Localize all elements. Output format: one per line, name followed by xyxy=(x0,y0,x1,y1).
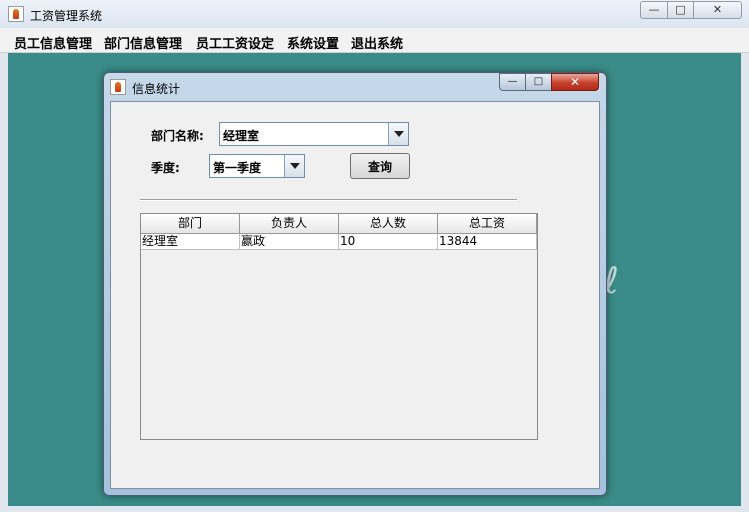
menu-salary-setting[interactable]: 员工工资设定 xyxy=(196,33,274,52)
menu-bar: 员工信息管理 部门信息管理 员工工资设定 系统设置 退出系统 xyxy=(0,28,749,53)
table-header: 部门 负责人 总人数 总工资 xyxy=(141,214,537,234)
cell-department[interactable]: 经理室 xyxy=(141,234,240,250)
dialog-close-button[interactable]: ✕ xyxy=(551,73,599,91)
cell-manager[interactable]: 赢政 xyxy=(240,234,339,250)
column-header-total-salary[interactable]: 总工资 xyxy=(438,214,537,234)
menu-system-settings[interactable]: 系统设置 xyxy=(287,33,339,52)
column-header-headcount[interactable]: 总人数 xyxy=(339,214,438,234)
main-titlebar[interactable]: 工资管理系统 — □ ✕ xyxy=(0,0,749,28)
cell-total-salary[interactable]: 13844 xyxy=(438,234,537,250)
dialog-content: 部门名称: 经理室 季度: 第一季度 查询 部门 负责人 总人数 总工资 经理室… xyxy=(110,101,600,489)
menu-department-info[interactable]: 部门信息管理 xyxy=(104,33,182,52)
dialog-minimize-button[interactable]: — xyxy=(499,73,526,91)
chevron-down-icon[interactable] xyxy=(284,155,304,177)
minimize-button[interactable]: — xyxy=(640,1,668,19)
query-button[interactable]: 查询 xyxy=(350,153,410,179)
menu-employee-info[interactable]: 员工信息管理 xyxy=(14,33,92,52)
dialog-maximize-button[interactable]: □ xyxy=(525,73,552,91)
java-app-icon xyxy=(110,79,126,95)
statistics-table[interactable]: 部门 负责人 总人数 总工资 经理室 赢政 10 13844 xyxy=(140,213,538,440)
quarter-select-value: 第一季度 xyxy=(213,161,262,175)
maximize-button[interactable]: □ xyxy=(667,1,694,19)
close-button[interactable]: ✕ xyxy=(693,1,742,19)
quarter-label: 季度: xyxy=(151,161,180,175)
quarter-select[interactable]: 第一季度 xyxy=(209,154,305,178)
main-window: 工资管理系统 — □ ✕ 员工信息管理 部门信息管理 员工工资设定 系统设置 退… xyxy=(0,0,749,512)
main-window-title: 工资管理系统 xyxy=(30,9,103,23)
separator xyxy=(140,199,517,201)
chevron-down-icon[interactable] xyxy=(388,123,408,145)
menu-exit-system[interactable]: 退出系统 xyxy=(351,33,403,52)
department-label: 部门名称: xyxy=(151,129,204,143)
department-select-value: 经理室 xyxy=(223,129,260,143)
java-app-icon xyxy=(8,6,24,22)
department-select[interactable]: 经理室 xyxy=(219,122,409,146)
statistics-dialog: 信息统计 — □ ✕ 部门名称: 经理室 季度: 第一季度 查询 部门 负责人 … xyxy=(103,72,607,496)
column-header-manager[interactable]: 负责人 xyxy=(240,214,339,234)
table-row[interactable]: 经理室 赢政 10 13844 xyxy=(141,234,537,250)
cell-headcount[interactable]: 10 xyxy=(339,234,438,250)
dialog-title: 信息统计 xyxy=(132,82,181,96)
column-header-department[interactable]: 部门 xyxy=(141,214,240,234)
